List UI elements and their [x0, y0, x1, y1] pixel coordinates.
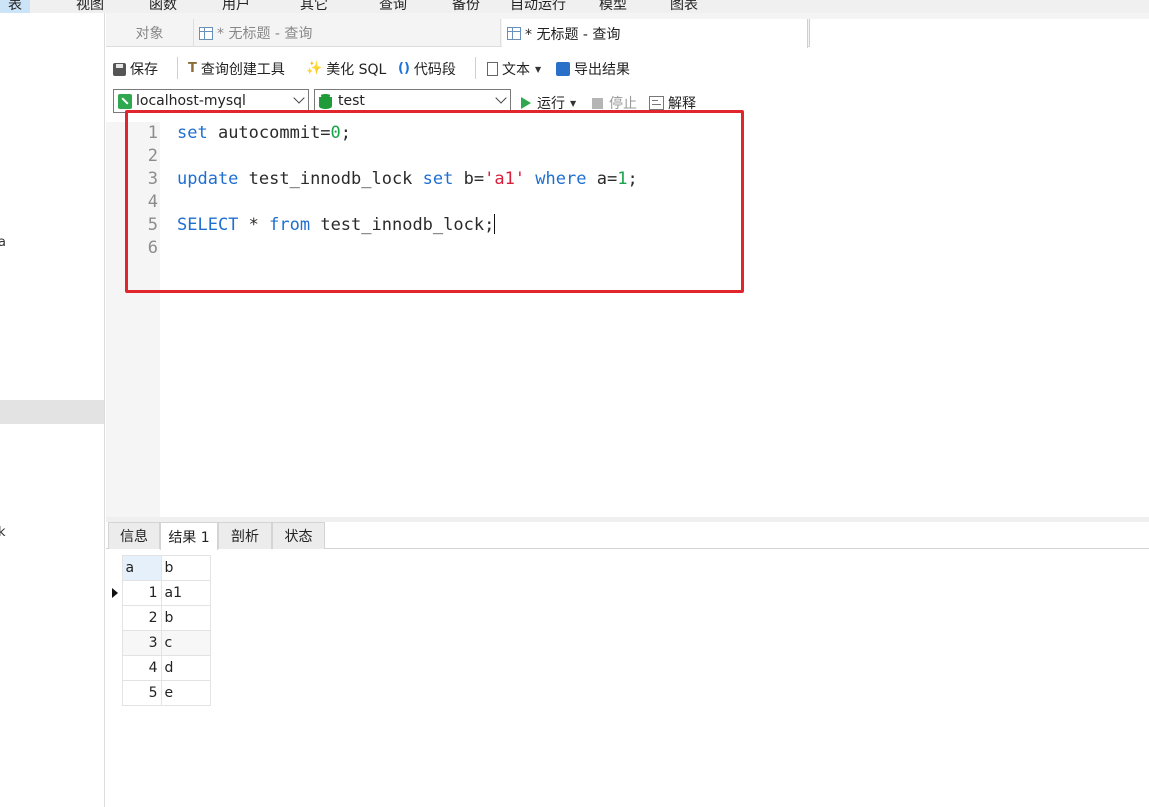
connection-value: localhost-mysql — [136, 93, 246, 109]
export-icon — [556, 62, 570, 76]
query-table-icon — [507, 27, 521, 40]
tab-result-1[interactable]: 结果 1 — [160, 522, 218, 550]
tab-untitled-query-1[interactable]: * 无标题 - 查询 — [195, 19, 501, 47]
query-table-icon — [199, 26, 213, 40]
query-toolbar: 保存 T 查询创建工具 ✨ 美化 SQL () 代码段 文本 ▼ 导出结果 — [106, 48, 1149, 86]
tab-strip-empty-area — [809, 19, 1149, 47]
row-indicator — [108, 605, 122, 631]
menu-chart[interactable]: 图表 — [670, 0, 698, 13]
beautify-sql-label: 美化 SQL — [326, 62, 387, 78]
tab-status-label: 状态 — [284, 529, 313, 545]
menu-query[interactable]: 查询 — [379, 0, 407, 13]
row-indicator — [108, 630, 122, 656]
selected-object-row[interactable] — [0, 400, 104, 424]
current-row-indicator-icon — [108, 580, 122, 606]
tab-label: * 无标题 - 查询 — [525, 26, 621, 43]
result-tabs: 信息 结果 1 剖析 状态 — [106, 522, 1149, 550]
chevron-down-icon — [495, 92, 507, 104]
tab-result-1-label: 结果 1 — [168, 529, 210, 546]
parentheses-icon: () — [398, 61, 410, 76]
object-panel: a k — [0, 13, 105, 807]
tab-profile[interactable]: 剖析 — [218, 522, 272, 549]
menu-user[interactable]: 用户 — [222, 0, 250, 13]
table-row[interactable]: 3 c — [108, 630, 211, 656]
floppy-disk-icon — [113, 62, 126, 76]
cell-b[interactable]: d — [160, 655, 211, 681]
toolbar-separator — [177, 57, 178, 79]
toolbar-separator — [475, 57, 476, 79]
document-icon — [487, 62, 498, 76]
export-results-label: 导出结果 — [574, 62, 630, 78]
tab-status[interactable]: 状态 — [272, 522, 325, 549]
column-header-b[interactable]: b — [160, 555, 211, 581]
cell-b[interactable]: e — [160, 680, 211, 706]
cell-a[interactable]: 2 — [121, 605, 162, 631]
grid-header-row: a b — [108, 555, 211, 581]
tab-label: * 无标题 - 查询 — [217, 26, 313, 42]
tab-untitled-query-2[interactable]: * 无标题 - 查询 — [502, 19, 808, 48]
menu-other[interactable]: 其它 — [300, 0, 328, 13]
query-builder-button[interactable]: T 查询创建工具 — [188, 59, 285, 79]
cell-a[interactable]: 1 — [121, 580, 162, 606]
object-list-fragment: a — [0, 235, 6, 250]
save-button[interactable]: 保存 — [113, 59, 158, 79]
connection-icon — [118, 93, 132, 109]
code-snippet-label: 代码段 — [413, 62, 456, 78]
beautify-sql-button[interactable]: ✨ 美化 SQL — [306, 59, 386, 79]
menu-auto-run[interactable]: 自动运行 — [510, 0, 566, 13]
export-results-button[interactable]: 导出结果 — [556, 59, 630, 79]
menu-function[interactable]: 函数 — [149, 0, 177, 13]
database-icon — [319, 93, 332, 109]
object-list-fragment: k — [0, 525, 6, 540]
play-icon — [521, 97, 531, 109]
table-row[interactable]: 2 b — [108, 605, 211, 631]
red-highlight-box — [125, 110, 744, 293]
row-indicator — [108, 655, 122, 681]
magic-wand-icon: ✨ — [306, 61, 323, 76]
menu-table[interactable]: 表 — [0, 0, 30, 13]
row-indicator — [108, 555, 122, 581]
document-tabs: 对象 * 无标题 - 查询 * 无标题 - 查询 — [106, 13, 1149, 48]
tab-info-label: 信息 — [120, 529, 148, 545]
cell-a[interactable]: 4 — [121, 655, 162, 681]
code-snippet-button[interactable]: () 代码段 — [398, 59, 456, 79]
cell-a[interactable]: 5 — [121, 680, 162, 706]
query-builder-label: 查询创建工具 — [200, 62, 285, 78]
save-label: 保存 — [130, 62, 158, 78]
stop-icon — [592, 97, 603, 109]
dropdown-arrow-icon: ▼ — [535, 64, 542, 74]
hammer-icon: T — [188, 61, 197, 76]
menu-bar: 表 视图 函数 用户 其它 查询 备份 自动运行 模型 图表 — [0, 0, 1149, 13]
tab-profile-label: 剖析 — [231, 529, 259, 545]
database-value: test — [338, 93, 365, 109]
text-label: 文本 — [502, 62, 530, 78]
tab-objects[interactable]: 对象 — [106, 19, 194, 47]
tab-info[interactable]: 信息 — [108, 522, 160, 549]
table-row[interactable]: 1 a1 — [108, 580, 211, 606]
table-row[interactable]: 5 e — [108, 680, 211, 706]
cell-b[interactable]: c — [160, 630, 211, 656]
row-indicator — [108, 680, 122, 706]
cell-b[interactable]: b — [160, 605, 211, 631]
cell-a[interactable]: 3 — [121, 630, 162, 656]
menu-backup[interactable]: 备份 — [452, 0, 480, 13]
text-dropdown-button[interactable]: 文本 ▼ — [487, 59, 541, 79]
chevron-down-icon — [293, 92, 305, 104]
tab-objects-label: 对象 — [135, 26, 164, 42]
column-header-a[interactable]: a — [121, 555, 162, 581]
dropdown-arrow-icon: ▼ — [570, 98, 577, 108]
cell-b[interactable]: a1 — [160, 580, 211, 606]
menu-model[interactable]: 模型 — [599, 0, 627, 13]
table-row[interactable]: 4 d — [108, 655, 211, 681]
menu-view[interactable]: 视图 — [76, 0, 104, 13]
result-grid[interactable]: a b 1 a1 2 b 3 c 4 d 5 e — [108, 555, 211, 706]
explain-icon — [649, 96, 664, 110]
